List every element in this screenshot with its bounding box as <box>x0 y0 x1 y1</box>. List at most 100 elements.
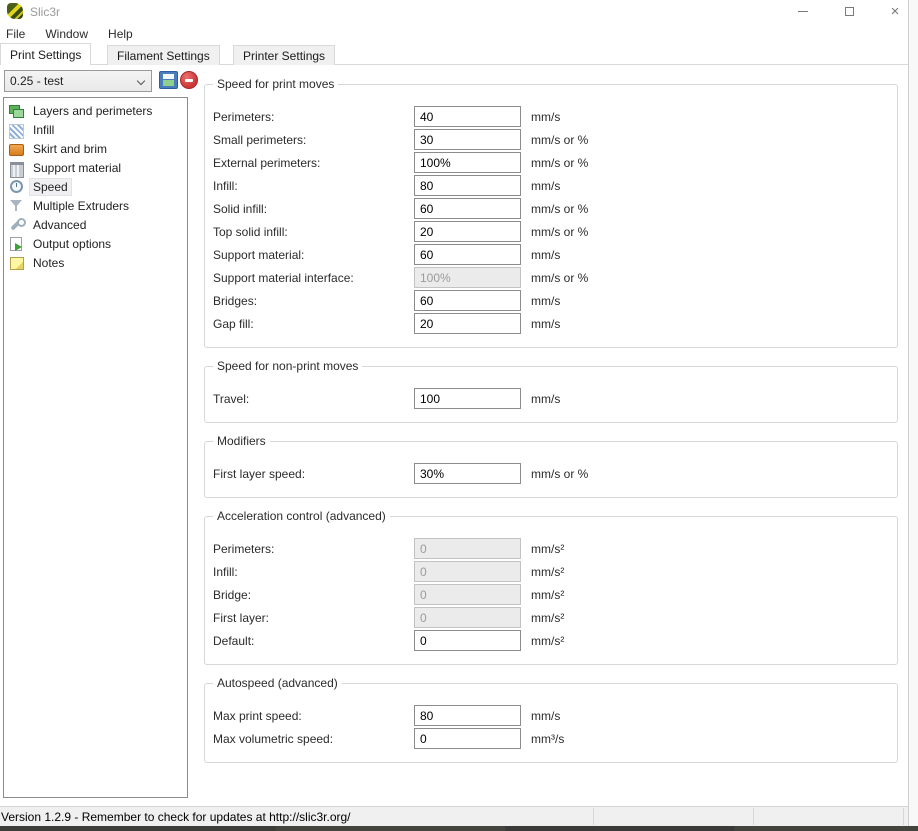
tab-print-settings[interactable]: Print Settings <box>0 43 91 65</box>
field-input-max-volumetric-speed[interactable] <box>414 728 521 749</box>
output-icon <box>9 236 24 251</box>
field-input-support-material[interactable] <box>414 244 521 265</box>
field-unit: mm/s or % <box>531 271 588 285</box>
settings-tree: Layers and perimeters InfillSkirt and bri… <box>3 97 188 798</box>
sidebar-item-notes[interactable]: Notes <box>4 253 187 272</box>
field-unit: mm/s <box>531 392 560 406</box>
group-title: Speed for non-print moves <box>213 359 362 373</box>
window-title: Slic3r <box>30 5 60 19</box>
sidebar-item-speed[interactable]: Speed <box>4 177 187 196</box>
group-title: Acceleration control (advanced) <box>213 509 390 523</box>
status-divider <box>593 808 594 825</box>
field-unit: mm/s² <box>531 542 564 556</box>
maximize-button[interactable] <box>832 0 866 22</box>
field-label: Support material interface: <box>213 271 414 285</box>
field-unit: mm/s² <box>531 588 564 602</box>
sidebar-item-skirt-and-brim[interactable]: Skirt and brim <box>4 139 187 158</box>
preset-dropdown[interactable]: 0.25 - test <box>4 70 152 92</box>
field-row: Top solid infill:mm/s or % <box>213 220 889 243</box>
field-row: Travel: mm/s <box>213 387 889 410</box>
field-input-perimeters[interactable] <box>414 106 521 127</box>
sidebar-item-multiple-extruders[interactable]: Multiple Extruders <box>4 196 187 215</box>
title-bar: Slic3r × <box>0 0 908 24</box>
field-row: Perimeters:mm/s <box>213 105 889 128</box>
field-unit: mm/s or % <box>531 467 588 481</box>
field-row: Solid infill:mm/s or % <box>213 197 889 220</box>
field-input-first-layer <box>414 607 521 628</box>
group-speed-for-print-moves: Speed for print movesPerimeters:mm/sSmal… <box>204 84 898 348</box>
field-row: Bridge:mm/s² <box>213 583 889 606</box>
sidebar-item-label: Multiple Extruders <box>30 198 132 214</box>
minimize-button[interactable] <box>786 0 820 22</box>
field-row: Small perimeters:mm/s or % <box>213 128 889 151</box>
field-input-perimeters <box>414 538 521 559</box>
sidebar-item-advanced[interactable]: Advanced <box>4 215 187 234</box>
field-label: Infill: <box>213 179 414 193</box>
field-label: First layer: <box>213 611 414 625</box>
sidebar-item-label: Infill <box>30 122 57 138</box>
sidebar-item-layers-and-perimeters[interactable]: Layers and perimeters <box>4 101 187 120</box>
save-preset-button[interactable] <box>159 71 178 89</box>
tab-filament-settings[interactable]: Filament Settings <box>107 45 220 65</box>
menu-bar: FileWindowHelp <box>0 24 908 43</box>
skirt-icon <box>9 141 24 156</box>
field-unit: mm/s <box>531 179 560 193</box>
field-input-travel[interactable] <box>414 388 521 409</box>
field-row: Infill: mm/s <box>213 174 889 197</box>
field-unit: mm/s² <box>531 565 564 579</box>
field-label: Perimeters: <box>213 542 414 556</box>
close-button[interactable]: × <box>878 0 912 22</box>
field-input-gap-fill[interactable] <box>414 313 521 334</box>
field-unit: mm/s² <box>531 611 564 625</box>
field-label: Max volumetric speed: <box>213 732 414 746</box>
field-input-external-perimeters[interactable] <box>414 152 521 173</box>
field-row: First layer speed:mm/s or % <box>213 462 889 485</box>
field-row: Infill:mm/s² <box>213 560 889 583</box>
field-row: Max volumetric speed:mm³/s <box>213 727 889 750</box>
field-input-top-solid-infill[interactable] <box>414 221 521 242</box>
sidebar-item-label: Notes <box>30 255 67 271</box>
close-icon: × <box>891 4 900 19</box>
delete-preset-button[interactable] <box>180 71 198 89</box>
sidebar-item-output-options[interactable]: Output options <box>4 234 187 253</box>
field-input-solid-infill[interactable] <box>414 198 521 219</box>
field-label: Default: <box>213 634 414 648</box>
menu-item-file[interactable]: File <box>0 25 35 43</box>
field-input-max-print-speed[interactable] <box>414 705 521 726</box>
sidebar-item-infill[interactable]: Infill <box>4 120 187 139</box>
menu-item-window[interactable]: Window <box>35 25 98 43</box>
field-row: First layer: mm/s² <box>213 606 889 629</box>
taskbar-edge-strip <box>0 826 918 831</box>
chevron-down-icon <box>137 77 145 85</box>
field-unit: mm/s² <box>531 634 564 648</box>
field-label: Travel: <box>213 392 414 406</box>
field-unit: mm/s <box>531 709 560 723</box>
tab-printer-settings[interactable]: Printer Settings <box>233 45 335 65</box>
field-label: Small perimeters: <box>213 133 414 147</box>
status-divider <box>753 808 754 825</box>
field-input-default[interactable] <box>414 630 521 651</box>
field-input-small-perimeters[interactable] <box>414 129 521 150</box>
group-title: Autospeed (advanced) <box>213 676 342 690</box>
sidebar-item-label: Layers and perimeters <box>30 103 155 119</box>
field-label: Top solid infill: <box>213 225 414 239</box>
field-unit: mm/s <box>531 110 560 124</box>
maximize-icon <box>845 7 854 16</box>
layers-icon <box>9 103 24 118</box>
note-icon <box>9 255 24 270</box>
field-label: Solid infill: <box>213 202 414 216</box>
wrench-icon <box>9 217 24 232</box>
speed-icon <box>9 179 24 194</box>
group-autospeed-advanced-: Autospeed (advanced)Max print speed:mm/s… <box>204 683 898 763</box>
sidebar-item-label: Speed <box>30 179 71 195</box>
group-title: Speed for print moves <box>213 77 338 91</box>
menu-item-help[interactable]: Help <box>98 25 143 43</box>
settings-content: Speed for print movesPerimeters:mm/sSmal… <box>204 84 898 781</box>
minimize-icon <box>798 11 808 12</box>
sidebar-item-support-material[interactable]: Support material <box>4 158 187 177</box>
field-input-first-layer-speed[interactable] <box>414 463 521 484</box>
preset-row: 0.25 - test <box>4 70 196 92</box>
tab-bar: Print Settings Filament Settings Printer S… <box>0 43 908 65</box>
field-input-infill[interactable] <box>414 175 521 196</box>
field-input-bridges[interactable] <box>414 290 521 311</box>
